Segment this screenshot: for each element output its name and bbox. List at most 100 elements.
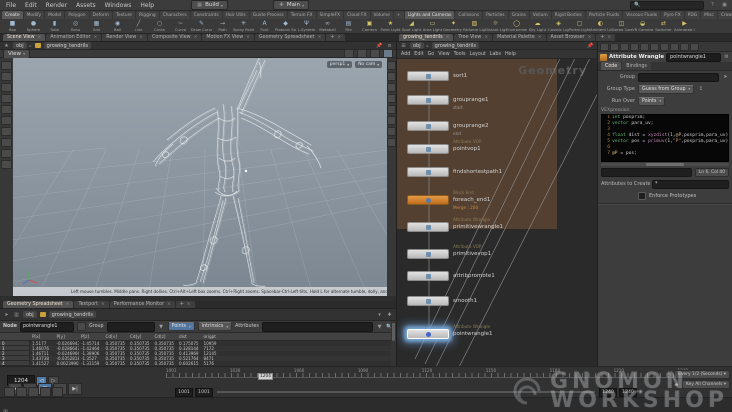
menu-item[interactable]: Help [138, 2, 156, 9]
shelf-tab[interactable]: SimpleFX [316, 11, 344, 19]
network-menu-item[interactable]: Labs [490, 52, 501, 57]
close-icon[interactable] [167, 302, 171, 307]
shelf-tool[interactable]: ◫ Stereo Camera [611, 19, 632, 33]
shelf-tool[interactable]: ▣ Camera [359, 19, 380, 33]
shelf-tool[interactable]: ▮ Tube [44, 19, 65, 33]
node-body[interactable] [407, 296, 449, 306]
network-node[interactable]: findshortestpath1 [407, 167, 502, 177]
close-icon[interactable] [607, 35, 611, 40]
shelf-tab[interactable]: Vellum [529, 11, 551, 19]
shelf-tab[interactable]: Create [2, 11, 23, 19]
close-icon[interactable] [101, 302, 105, 307]
parameter-toolbar-icon[interactable] [620, 42, 629, 51]
code-hscrollbar[interactable] [601, 163, 729, 166]
parameter-toolbar-icon[interactable] [600, 42, 609, 51]
close-icon[interactable] [484, 35, 488, 40]
node-body[interactable] [407, 271, 449, 281]
parameter-tab[interactable]: Bindings [622, 62, 651, 70]
shelf-tool[interactable]: ◆ Platonic Solids [275, 19, 296, 33]
snippet-input[interactable] [601, 167, 692, 177]
intrinsics-dropdown[interactable]: intrinsics ▾ [197, 322, 233, 331]
shelf-tool[interactable]: ▢ Portal Light [569, 19, 590, 33]
class-dropdown[interactable]: Points ▾ [167, 322, 195, 331]
pane-tab[interactable]: Render View [102, 34, 148, 41]
shelf-tool[interactable]: ◐ Ambient Light [590, 19, 611, 33]
filter-icon[interactable]: ▼ [376, 323, 383, 330]
menu-item[interactable]: Edit [23, 2, 39, 9]
shelf-tab[interactable]: Crowds [717, 11, 732, 19]
timeline-ruler[interactable]: 100110301060109011201150118012101240 [166, 368, 688, 382]
pane-tab[interactable]: + [175, 301, 195, 308]
network-menu-item[interactable]: View [438, 52, 449, 57]
node-body[interactable] [407, 167, 449, 177]
shelf-tool[interactable]: ∞ Metaball [317, 19, 338, 33]
menu-item[interactable]: File [4, 2, 18, 9]
shelf-tab[interactable]: Rigging [136, 11, 159, 19]
column-header[interactable] [0, 333, 30, 340]
shelf-tool[interactable]: ☁ Sky Light [527, 19, 548, 33]
node-body[interactable] [407, 249, 449, 259]
group-type-dropdown[interactable]: Guess from Group ▾ [638, 84, 695, 94]
message-log-icon[interactable]: ▥ [2, 409, 9, 412]
path-node[interactable]: growing_tendrils [431, 42, 479, 49]
shelf-tab[interactable]: PDG [684, 11, 701, 19]
network-node[interactable]: grouprange2 end [407, 121, 488, 136]
snapshot-icon[interactable] [344, 49, 354, 58]
network-canvas[interactable]: Geometry sort1 grouprange1 start groupra… [397, 59, 597, 367]
shelf-tab[interactable]: + [393, 11, 404, 19]
shelf-tool[interactable]: ★ Point Light [380, 19, 401, 33]
attributes-to-create-input[interactable]: * [652, 179, 729, 189]
camera-selector[interactable]: persp1 ▾ [326, 61, 353, 68]
network-grid-icon[interactable]: ⊞ [400, 42, 407, 49]
shelf-tool[interactable]: ■ Box [2, 19, 23, 33]
pane-tab[interactable]: Material Palette [493, 34, 546, 41]
take-selector[interactable]: ✚ Main ▾ [272, 0, 310, 10]
close-icon[interactable] [139, 35, 143, 40]
close-icon[interactable] [246, 35, 250, 40]
node-body[interactable] [407, 222, 449, 232]
pane-tab[interactable]: Geometry Spreadsheet [3, 301, 74, 308]
node-body[interactable] [407, 121, 449, 131]
network-node[interactable]: Attribute Wrangle primitivewrangle1 [407, 217, 503, 232]
path-root[interactable]: obj [23, 311, 37, 318]
path-root[interactable]: obj [13, 42, 27, 49]
parameter-toolbar-icon[interactable] [690, 42, 699, 51]
pane-tab[interactable]: Scene View [3, 34, 46, 41]
network-menu-item[interactable]: Layout [469, 52, 485, 57]
desktop-selector[interactable]: ▦ Build ▾ [191, 0, 228, 10]
pane-tab[interactable]: Tree View [454, 34, 493, 41]
pane-tab[interactable]: Composite View [148, 34, 202, 41]
filter-icon[interactable]: ▼ [158, 323, 165, 330]
parameter-tab[interactable]: Code [601, 62, 622, 70]
close-icon[interactable] [538, 35, 542, 40]
camera-lock-icon[interactable]: ◉ [637, 389, 644, 396]
parameter-toolbar-icon[interactable] [640, 42, 649, 51]
column-header[interactable]: P[y] [55, 333, 80, 340]
shelf-tab[interactable]: Guide Process [249, 11, 287, 19]
pane-tab[interactable]: + [596, 34, 616, 41]
shelf-tab[interactable]: Grains [508, 11, 529, 19]
node-body[interactable] [407, 144, 449, 154]
pane-tab[interactable]: Motion FX View [202, 34, 254, 41]
viewport-display-icon[interactable] [387, 127, 396, 136]
network-menu-item[interactable]: Edit [414, 52, 423, 57]
refresh-icon[interactable] [77, 322, 86, 331]
playbar-option-icon[interactable] [40, 387, 51, 397]
shelf-tab[interactable]: Modify [23, 11, 45, 19]
close-icon[interactable] [66, 302, 70, 307]
shelf-tool[interactable]: ◈ Caustic Light [548, 19, 569, 33]
shelf-tab[interactable]: Polygon [65, 11, 89, 19]
viewport-display-icon[interactable] [387, 94, 396, 103]
network-node[interactable]: Block End foreach_end1 Merge : 200 [407, 190, 490, 210]
keyframe-scope-dropdown[interactable]: Key All Channels ▾ [681, 380, 730, 389]
shelf-tool[interactable]: ▦ Grid [86, 19, 107, 33]
view-tool-button[interactable]: View ▾ [3, 48, 31, 59]
path-node[interactable]: growing_tendrils [43, 42, 91, 49]
pane-tab[interactable]: Geometry Spreadsheet [254, 34, 326, 41]
group-filter-input[interactable] [106, 321, 155, 332]
shelf-tool[interactable]: ◒ VR Camera [632, 19, 653, 33]
shelf-tab[interactable]: Viscous Fluids [623, 11, 661, 19]
parameter-toolbar-icon[interactable] [630, 42, 639, 51]
viewport-display-icon[interactable] [387, 72, 396, 81]
viewport-tool-icon[interactable] [1, 138, 12, 147]
